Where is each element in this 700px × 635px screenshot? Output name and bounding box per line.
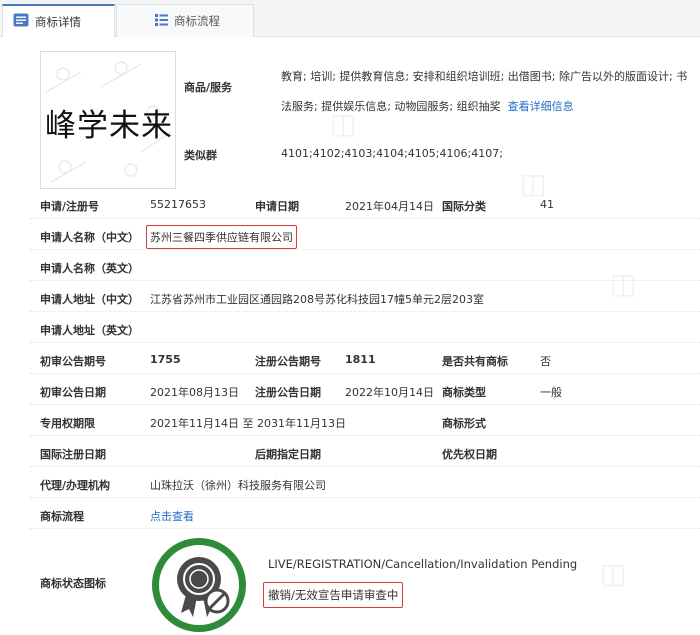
certificate-icon <box>177 557 230 617</box>
tab-detail-label: 商标详情 <box>35 14 81 29</box>
tab-bar: 商标详情 商标流程 <box>0 0 700 37</box>
info-row: 申请人名称（英文） <box>30 251 700 281</box>
reg-notice-date-value: 2022年10月14日 <box>345 386 434 399</box>
applicant-en-label: 申请人名称（英文） <box>40 262 139 275</box>
info-row: 专用权期限 2021年11月14日 至 2031年11月13日 商标形式 <box>30 406 700 436</box>
info-row: 商标流程 点击查看 <box>30 499 700 529</box>
trademark-detail-panel: ◫ ◫ ◫ ◫ 峰学未来 商品/服务 教育; 培训; 提供教育信息; 安排和组织… <box>0 37 700 635</box>
info-row: 申请人地址（中文） 江苏省苏州市工业园区通园路208号苏化科技园17幢5单元2层… <box>30 282 700 312</box>
applicant-cn-value: 苏州三餐四季供应链有限公司 <box>146 225 297 249</box>
intl-class-value: 41 <box>540 198 554 211</box>
prelim-no-label: 初审公告期号 <box>40 355 106 368</box>
apply-date-value: 2021年04月14日 <box>345 200 434 213</box>
status-text-en: LIVE/REGISTRATION/Cancellation/Invalidat… <box>268 557 578 571</box>
intl-class-label: 国际分类 <box>442 200 486 213</box>
similar-group-label: 类似群 <box>184 149 217 162</box>
tm-form-label: 商标形式 <box>442 417 486 430</box>
intl-reg-date-label: 国际注册日期 <box>40 448 106 461</box>
goods-services-label: 商品/服务 <box>184 81 233 94</box>
similar-group-value: 4101;4102;4103;4104;4105;4106;4107; <box>281 147 503 160</box>
tab-process-label: 商标流程 <box>174 14 220 28</box>
status-text-cn: 撤销/无效宣告申请审查中 <box>263 582 404 608</box>
apply-date-label: 申请日期 <box>255 200 299 213</box>
info-row: 初审公告日期 2021年08月13日 注册公告日期 2022年10月14日 商标… <box>30 375 700 405</box>
tm-type-value: 一般 <box>540 386 562 399</box>
goods-services-text: 教育; 培训; 提供教育信息; 安排和组织培训班; 出借图书; 除广告以外的版面… <box>281 70 688 113</box>
status-badge <box>152 538 246 632</box>
reg-no-label: 申请/注册号 <box>40 200 100 213</box>
status-icon-label: 商标状态图标 <box>40 577 106 590</box>
agent-value: 山珠拉沃（徐州）科技服务有限公司 <box>150 479 326 492</box>
detail-icon <box>13 13 29 30</box>
later-date-label: 后期指定日期 <box>255 448 321 461</box>
tab-trademark-detail[interactable]: 商标详情 <box>2 4 115 37</box>
address-cn-value: 江苏省苏州市工业园区通园路208号苏化科技园17幢5单元2层203室 <box>150 293 484 306</box>
reg-notice-date-label: 注册公告日期 <box>255 386 321 399</box>
tab-trademark-process[interactable]: 商标流程 <box>116 4 254 37</box>
shared-value: 否 <box>540 355 551 368</box>
info-row: 国际注册日期 后期指定日期 优先权日期 <box>30 437 700 467</box>
applicant-cn-label: 申请人名称（中文） <box>40 231 139 244</box>
reg-notice-no-label: 注册公告期号 <box>255 355 321 368</box>
prelim-no-value: 1755 <box>150 353 181 366</box>
goods-services-value: 教育; 培训; 提供教育信息; 安排和组织培训班; 出借图书; 除广告以外的版面… <box>281 62 691 122</box>
trademark-image: 峰学未来 <box>40 51 176 189</box>
info-row: 代理/办理机构 山珠拉沃（徐州）科技服务有限公司 <box>30 468 700 498</box>
info-row: 申请人名称（中文） 苏州三餐四季供应链有限公司 <box>30 220 700 250</box>
prelim-date-label: 初审公告日期 <box>40 386 106 399</box>
tm-type-label: 商标类型 <box>442 386 486 399</box>
view-detail-link[interactable]: 查看详细信息 <box>508 100 574 113</box>
info-row: 初审公告期号 1755 注册公告期号 1811 是否共有商标 否 <box>30 344 700 374</box>
address-en-label: 申请人地址（英文） <box>40 324 139 337</box>
reg-notice-no-value: 1811 <box>345 353 376 366</box>
exclusive-label: 专用权期限 <box>40 417 95 430</box>
info-row: 申请人地址（英文） <box>30 313 700 343</box>
prelim-date-value: 2021年08月13日 <box>150 386 239 399</box>
agent-label: 代理/办理机构 <box>40 479 111 492</box>
view-process-link[interactable]: 点击查看 <box>150 508 194 524</box>
status-row: 商标状态图标 LIVE/REGISTRATION/Cancellation/In… <box>30 535 700 635</box>
address-cn-label: 申请人地址（中文） <box>40 293 139 306</box>
info-row: 申请/注册号 55217653 申请日期 2021年04月14日 国际分类 41 <box>30 189 700 219</box>
shared-label: 是否共有商标 <box>442 355 508 368</box>
exclusive-value: 2021年11月14日 至 2031年11月13日 <box>150 417 346 430</box>
priority-date-label: 优先权日期 <box>442 448 497 461</box>
list-icon <box>155 13 168 29</box>
reg-no-value: 55217653 <box>150 198 206 211</box>
process-label: 商标流程 <box>40 510 84 523</box>
trademark-text: 峰学未来 <box>45 108 173 144</box>
